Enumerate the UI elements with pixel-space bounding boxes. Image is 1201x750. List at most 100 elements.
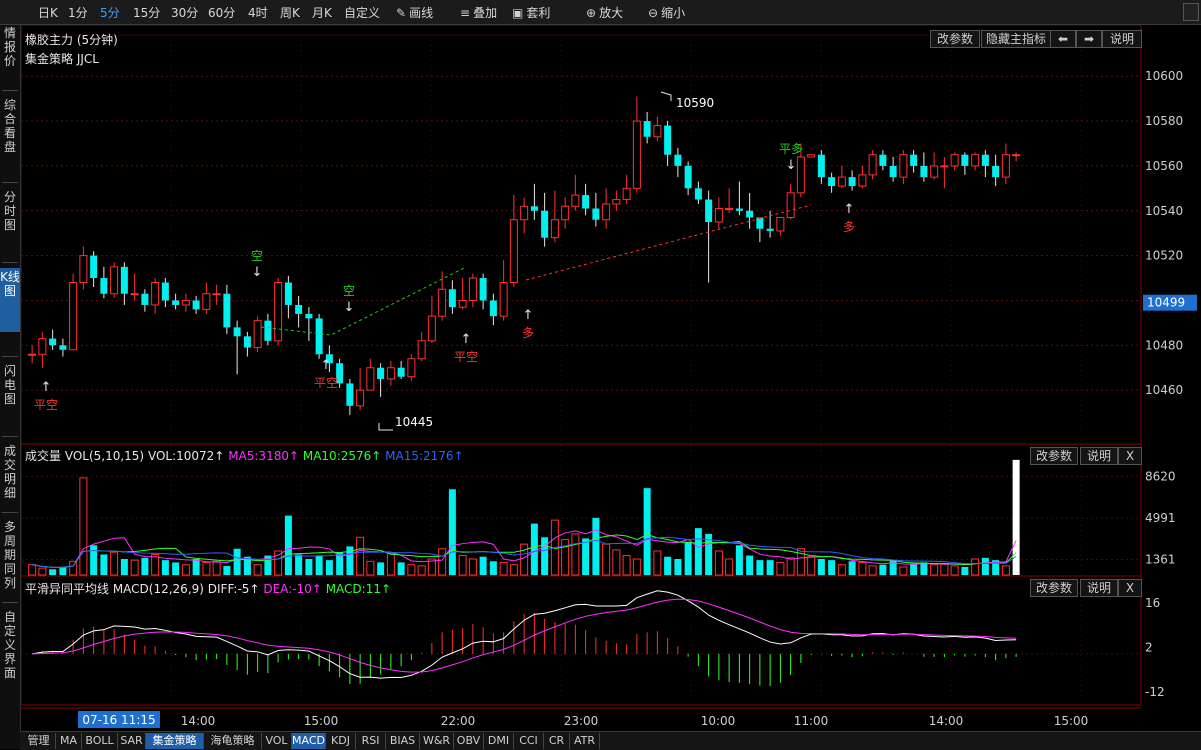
volume-bar-down	[910, 563, 918, 575]
tool-叠加[interactable]: ≡ 叠加	[460, 4, 497, 21]
candle-body-down	[305, 313, 313, 319]
sidebar-divider	[2, 262, 18, 263]
strategy-label: 集金策略 JJCL	[25, 52, 99, 66]
tab-13[interactable]: DMI	[484, 733, 514, 749]
volume-bar-up	[940, 563, 949, 576]
macd-button-0[interactable]: 改参数	[1030, 579, 1078, 597]
volume-bar-up	[612, 549, 621, 576]
main-button-4[interactable]: 说明	[1102, 30, 1142, 48]
tab-12[interactable]: OBV	[454, 733, 484, 749]
period-6[interactable]: 4时	[248, 4, 268, 21]
candle-body-up	[776, 216, 785, 232]
period-4[interactable]: 30分	[171, 4, 198, 21]
signal-arrow: ↓	[786, 158, 797, 173]
candle-body-down	[828, 177, 836, 187]
volume-bar-up	[499, 561, 508, 576]
time-axis-label: 14:00	[181, 714, 216, 728]
candle-body-down	[141, 293, 149, 305]
volume-bar-up	[356, 536, 365, 576]
candle-body-down	[49, 338, 57, 346]
volume-bar-up	[79, 477, 88, 576]
tool-套利[interactable]: ▣ 套利	[512, 4, 550, 21]
candle-body-down	[746, 210, 754, 218]
tab-6[interactable]: VOL	[262, 733, 292, 749]
sidebar-item-2[interactable]: 分时图	[0, 188, 20, 246]
candle-body-down	[172, 300, 180, 305]
tab-10[interactable]: BIAS	[386, 733, 420, 749]
sidebar-item-3[interactable]: K线图	[0, 268, 20, 332]
volume-button-2[interactable]: X	[1118, 447, 1142, 465]
macd-value: MACD:11↑	[325, 582, 392, 596]
pencil-icon: ✎	[396, 6, 407, 20]
time-cursor-label: 07-16 11:15	[82, 713, 155, 727]
tab-1[interactable]: MA	[56, 733, 82, 749]
candle-body-down	[100, 278, 108, 294]
candle-body-down	[592, 208, 600, 220]
period-3[interactable]: 15分	[133, 4, 160, 21]
candle-body-down	[879, 154, 887, 166]
main-button-0[interactable]: 改参数	[930, 30, 980, 48]
volume-bar-up	[807, 556, 816, 576]
period-8[interactable]: 月K	[312, 4, 332, 21]
main-button-1[interactable]: 隐藏主指标	[981, 30, 1051, 48]
volume-button-1[interactable]: 说明	[1080, 447, 1118, 465]
tool-label: 叠加	[473, 6, 498, 20]
volume-bar-up	[571, 533, 580, 576]
volume-bar-down	[541, 537, 549, 575]
tab-9[interactable]: RSI	[356, 733, 386, 749]
candle-body-down	[735, 208, 743, 211]
candle-body-up	[858, 174, 867, 187]
period-7[interactable]: 周K	[280, 4, 300, 21]
tab-15[interactable]: CR	[544, 733, 570, 749]
period-0[interactable]: 日K	[38, 4, 58, 21]
volume-bar-up	[110, 551, 119, 576]
candle-body-up	[69, 282, 78, 351]
signal-label: 空	[251, 249, 263, 263]
volume-bar-up	[253, 564, 262, 576]
tab-3[interactable]: SAR	[118, 733, 146, 749]
tab-5[interactable]: 海龟策略	[204, 733, 262, 749]
tab-11[interactable]: W&R	[420, 733, 454, 749]
tool-画线[interactable]: ✎ 画线	[396, 4, 433, 21]
candle-body-up	[899, 154, 908, 178]
volume-bar-up	[786, 557, 795, 576]
macd-dea: DEA:-10↑	[263, 582, 322, 596]
period-1[interactable]: 1分	[68, 4, 88, 21]
sidebar-item-1[interactable]: 综合看盘	[0, 96, 20, 170]
scroll-up-button[interactable]	[1183, 3, 1199, 21]
candle-body-up	[468, 277, 477, 301]
candle-body-down	[889, 165, 897, 178]
tool-缩小[interactable]: ⊖ 缩小	[648, 4, 685, 21]
volume-bar-down	[643, 488, 651, 575]
volume-bar-down	[530, 523, 538, 575]
tab-7[interactable]: MACD	[292, 733, 326, 749]
candle-body-down	[90, 255, 98, 279]
tab-0[interactable]: 管理	[22, 733, 56, 749]
period-2[interactable]: 5分	[100, 4, 120, 21]
tab-8[interactable]: KDJ	[326, 733, 356, 749]
tool-放大[interactable]: ⊕ 放大	[586, 4, 623, 21]
period-5[interactable]: 60分	[208, 4, 235, 21]
volume-bar-up	[971, 558, 980, 576]
chart-canvas[interactable]: 1060010580105601054010520105001048010460…	[21, 25, 1201, 731]
tab-4[interactable]: 集金策略	[146, 733, 204, 749]
macd-button-1[interactable]: 说明	[1080, 579, 1118, 597]
sidebar-item-6[interactable]: 多周期同列	[0, 518, 20, 594]
macd-button-2[interactable]: X	[1118, 579, 1142, 597]
top-toolbar: 日K 1分 5分 15分 30分 60分 4时 周K 月K 自定义 ✎ 画线 ≡ 叠加 ▣ 套利 ⊕ 放大 ⊖ 缩小	[0, 0, 1201, 25]
sidebar-item-7[interactable]: 自定义界面	[0, 608, 20, 680]
sidebar-item-5[interactable]: 成交明细	[0, 442, 20, 500]
volume-bar-up	[458, 555, 467, 576]
volume-button-0[interactable]: 改参数	[1030, 447, 1078, 465]
volume-bar-down	[59, 567, 67, 575]
candle-body-up	[550, 219, 559, 239]
main-button-3[interactable]: ➡	[1076, 30, 1102, 48]
main-button-2[interactable]: ⬅	[1050, 30, 1076, 48]
tab-14[interactable]: CCI	[514, 733, 544, 749]
period-9[interactable]: 自定义	[344, 4, 380, 21]
tab-2[interactable]: BOLL	[82, 733, 118, 749]
tab-16[interactable]: ATR	[570, 733, 600, 749]
sidebar-item-4[interactable]: 闪电图	[0, 362, 20, 418]
volume-bar-up	[950, 565, 959, 576]
volume-bar-down	[90, 545, 98, 575]
